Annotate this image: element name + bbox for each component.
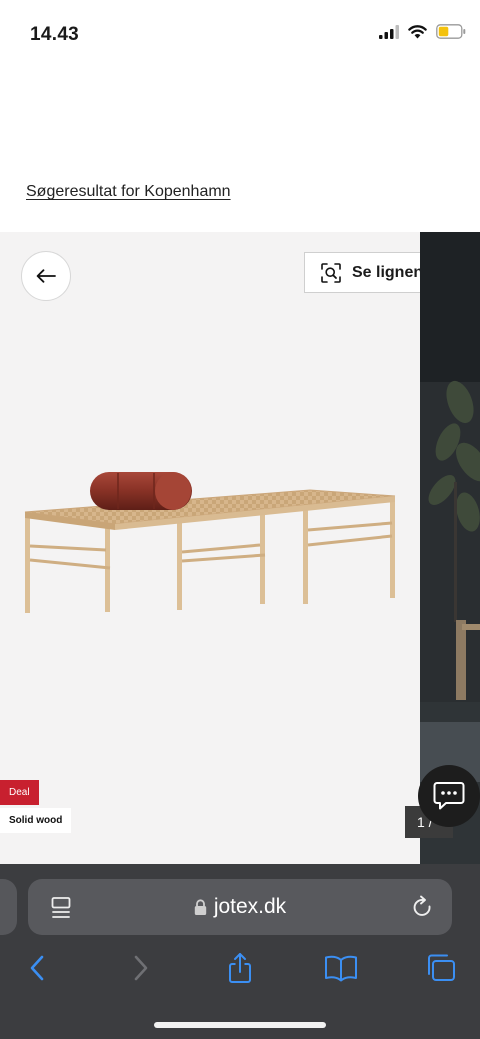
product-image-slide[interactable]: Se lignende Deal Solid wood	[0, 232, 459, 864]
url-text: jotex.dk	[213, 895, 287, 918]
chevron-right-icon	[134, 955, 148, 981]
share-icon	[229, 953, 251, 983]
share-button[interactable]	[224, 950, 256, 986]
battery-icon	[436, 24, 466, 39]
browser-forward-button[interactable]	[126, 950, 156, 986]
chat-bubble-icon	[433, 782, 465, 810]
product-gallery[interactable]: Se lignende Deal Solid wood 1 /	[0, 232, 480, 864]
tabs-button[interactable]	[424, 950, 458, 986]
breadcrumb-search-results[interactable]: Søgeresultat for Kopenhamn	[26, 183, 231, 201]
lock-icon	[194, 898, 207, 915]
browser-back-button[interactable]	[22, 950, 52, 986]
tabs-icon	[428, 954, 455, 981]
status-time: 14.43	[30, 24, 80, 45]
reload-icon[interactable]	[412, 895, 434, 919]
deal-badge: Deal	[0, 780, 39, 805]
previous-tab-preview[interactable]	[0, 879, 17, 935]
address-bar[interactable]: jotex.dk	[28, 879, 452, 935]
chevron-left-icon	[30, 955, 44, 981]
material-badge: Solid wood	[0, 808, 72, 833]
book-icon	[325, 955, 357, 982]
back-button[interactable]	[21, 251, 71, 301]
cellular-signal-icon	[379, 24, 399, 39]
status-bar: 14.43	[0, 0, 480, 70]
browser-bottom-bar: jotex.dk	[0, 864, 480, 1039]
home-indicator[interactable]	[154, 1022, 326, 1028]
daybed-product-image	[24, 472, 396, 613]
status-icons	[379, 24, 466, 39]
arrow-left-icon	[36, 269, 56, 283]
wifi-icon	[408, 24, 427, 38]
chat-button[interactable]	[418, 765, 480, 827]
browser-toolbar	[0, 950, 480, 990]
visual-search-icon	[321, 262, 341, 283]
bookmarks-button[interactable]	[322, 950, 360, 986]
